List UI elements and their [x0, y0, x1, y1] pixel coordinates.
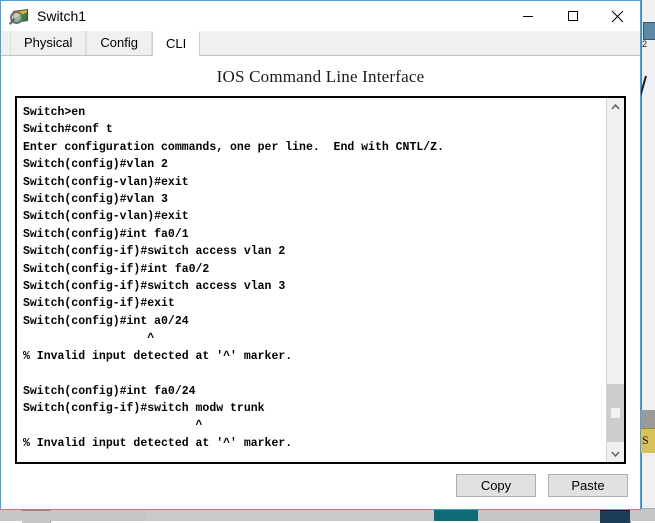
taskbar-item-2[interactable]	[146, 509, 435, 521]
cli-terminal-container: Switch>en Switch#conf t Enter configurat…	[15, 96, 626, 464]
chevron-down-icon	[611, 451, 620, 457]
workspace-note-glyph: S	[642, 433, 649, 447]
device-tabs: Physical Config CLI	[1, 31, 640, 56]
scroll-down-button[interactable]	[607, 445, 624, 462]
close-button[interactable]	[595, 1, 640, 31]
panel-heading: IOS Command Line Interface	[216, 67, 425, 86]
close-icon	[611, 10, 624, 22]
dialog-footer: Copy Paste	[1, 464, 640, 510]
scrollbar-thumb-grip	[611, 408, 620, 418]
workspace-panel-grey	[640, 410, 655, 428]
paste-button[interactable]: Paste	[548, 474, 628, 497]
switch-device-window: Switch1 Physical Config CLI IOS Command …	[0, 0, 641, 510]
chevron-up-icon	[611, 103, 620, 109]
workspace-note-yellow: S	[640, 428, 655, 453]
workspace-device-label: 2	[642, 39, 648, 49]
cli-scrollbar[interactable]	[606, 98, 624, 462]
tab-config[interactable]: Config	[86, 31, 152, 55]
workspace-device-icon[interactable]	[643, 22, 655, 40]
taskbar-item-4[interactable]	[554, 509, 601, 521]
taskbar-item-3[interactable]	[478, 509, 555, 521]
window-controls	[505, 1, 640, 31]
taskbar-tray[interactable]	[630, 509, 655, 521]
minimize-button[interactable]	[505, 1, 550, 31]
taskbar-start-button[interactable]	[0, 509, 23, 521]
tabstrip-filler	[200, 31, 640, 55]
copy-button[interactable]: Copy	[456, 474, 536, 497]
cli-output-text: Switch>en Switch#conf t Enter configurat…	[23, 106, 444, 450]
window-title: Switch1	[37, 8, 87, 24]
scroll-up-button[interactable]	[607, 98, 624, 115]
switch-device-icon	[9, 7, 28, 25]
maximize-icon	[567, 11, 578, 21]
minimize-icon	[522, 16, 533, 17]
scrollbar-thumb[interactable]	[607, 384, 624, 442]
tab-cli[interactable]: CLI	[152, 31, 201, 56]
taskbar-item-active[interactable]	[434, 509, 478, 521]
taskbar-item-1[interactable]	[50, 509, 147, 521]
tab-physical[interactable]: Physical	[10, 31, 87, 55]
maximize-button[interactable]	[550, 1, 595, 31]
window-titlebar[interactable]: Switch1	[1, 1, 640, 31]
cli-output-area[interactable]: Switch>en Switch#conf t Enter configurat…	[17, 98, 606, 462]
